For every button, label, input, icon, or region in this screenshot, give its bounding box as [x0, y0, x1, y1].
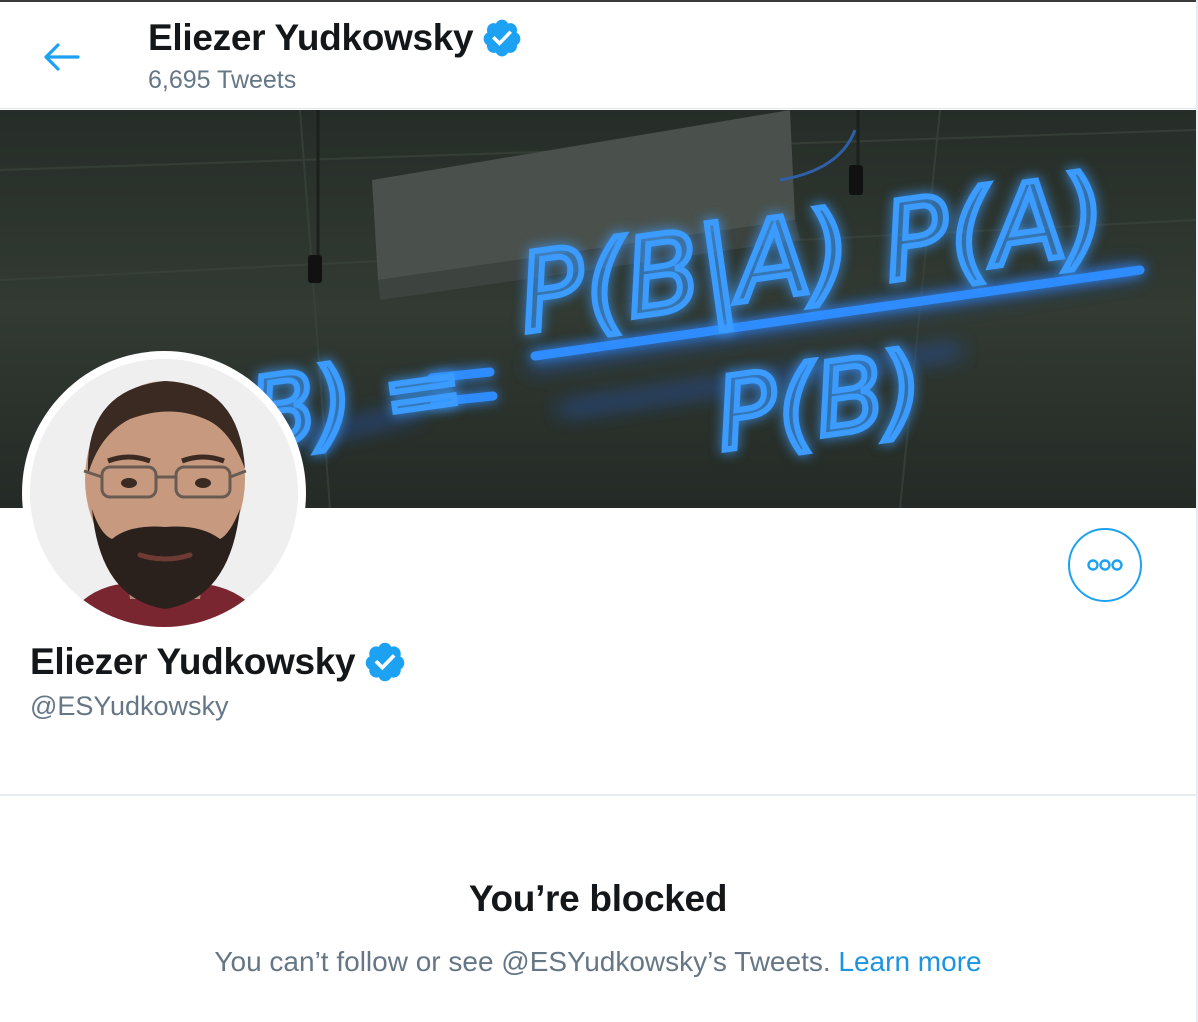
arrow-left-icon — [44, 43, 80, 71]
blocked-message-row: You can’t follow or see @ESYudkowsky’s T… — [0, 944, 1196, 980]
profile-name-row: Eliezer Yudkowsky — [30, 638, 407, 686]
header-name: Eliezer Yudkowsky — [148, 17, 474, 58]
header-name-row: Eliezer Yudkowsky — [148, 16, 523, 60]
avatar[interactable] — [22, 351, 306, 635]
more-horizontal-icon — [1087, 559, 1123, 571]
blocked-title: You’re blocked — [468, 878, 728, 919]
section-divider — [0, 794, 1196, 796]
blocked-message: You can’t follow or see @ESYudkowsky’s T… — [214, 946, 831, 977]
profile-page: Eliezer Yudkowsky 6,695 Tweets P(B|A) P(… — [0, 0, 1198, 1022]
verified-badge-icon — [366, 642, 405, 682]
verified-badge-icon — [483, 19, 521, 57]
back-button[interactable] — [34, 30, 88, 84]
learn-more-link[interactable]: Learn more — [838, 946, 981, 977]
profile-header: Eliezer Yudkowsky 6,695 Tweets — [0, 2, 1196, 109]
tweet-count: 6,695 Tweets — [148, 66, 297, 94]
avatar-portrait — [30, 359, 298, 627]
profile-handle: @ESYudkowsky — [30, 691, 229, 721]
avatar-photo — [30, 359, 298, 627]
profile-name: Eliezer Yudkowsky — [30, 641, 356, 682]
more-button[interactable] — [1068, 528, 1142, 602]
